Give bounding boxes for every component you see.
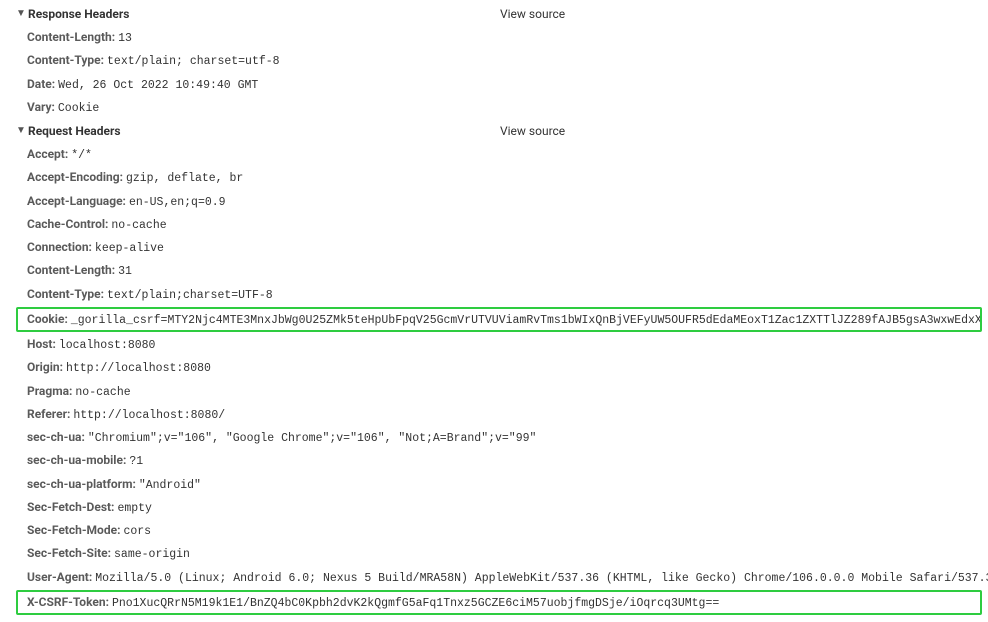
header-value: no-cache — [75, 386, 130, 399]
header-row: Referer: http://localhost:8080/ — [0, 403, 988, 426]
header-value: Pno1XucQRrN5M19k1E1/BnZQ4bC0Kpbh2dvK2kQg… — [112, 597, 719, 610]
header-value: gzip, deflate, br — [126, 172, 243, 185]
header-name: Sec-Fetch-Mode: — [27, 523, 120, 537]
header-row: X-CSRF-Token: Pno1XucQRrN5M19k1E1/BnZQ4b… — [16, 590, 982, 615]
header-name: Connection: — [27, 240, 92, 254]
header-name: Host: — [27, 337, 56, 351]
header-name: Content-Length: — [27, 30, 115, 44]
header-name: Referer: — [27, 407, 70, 421]
header-value: text/plain; charset=utf-8 — [107, 55, 280, 68]
header-name: Sec-Fetch-Site: — [27, 546, 111, 560]
header-row: Accept: */* — [0, 143, 988, 166]
header-name: Cookie: — [27, 312, 68, 326]
response-headers-toggle[interactable]: ▼ Response Headers View source — [0, 4, 988, 24]
header-name: Content-Type: — [27, 287, 104, 301]
collapse-arrow-icon: ▼ — [16, 8, 24, 19]
header-row: Content-Type: text/plain;charset=UTF-8 — [0, 283, 988, 306]
view-source-link[interactable]: View source — [500, 124, 565, 138]
header-name: sec-ch-ua: — [27, 430, 85, 444]
header-row: sec-ch-ua: "Chromium";v="106", "Google C… — [0, 426, 988, 449]
header-row: Sec-Fetch-Mode: cors — [0, 519, 988, 542]
header-row: Sec-Fetch-Site: same-origin — [0, 542, 988, 565]
header-row: sec-ch-ua-mobile: ?1 — [0, 449, 988, 472]
header-row: Accept-Language: en-US,en;q=0.9 — [0, 190, 988, 213]
header-value: _gorilla_csrf=MTY2Njc4MTE3MnxJbWg0U25ZMk… — [71, 314, 982, 327]
header-row: Content-Length: 31 — [0, 259, 988, 282]
header-value: Cookie — [58, 102, 99, 115]
header-value: */* — [71, 149, 92, 162]
header-row: User-Agent: Mozilla/5.0 (Linux; Android … — [0, 566, 988, 589]
header-value: http://localhost:8080 — [66, 362, 211, 375]
header-row: Pragma: no-cache — [0, 380, 988, 403]
header-row: Cookie: _gorilla_csrf=MTY2Njc4MTE3MnxJbW… — [16, 307, 982, 332]
header-name: Accept: — [27, 147, 68, 161]
header-value: text/plain;charset=UTF-8 — [107, 289, 273, 302]
request-headers-toggle[interactable]: ▼ Request Headers View source — [0, 121, 988, 141]
header-value: keep-alive — [95, 242, 164, 255]
header-name: Date: — [27, 77, 55, 91]
header-name: Pragma: — [27, 384, 72, 398]
header-name: sec-ch-ua-mobile: — [27, 453, 126, 467]
header-value: same-origin — [114, 548, 190, 561]
header-row: Cache-Control: no-cache — [0, 213, 988, 236]
request-headers-title: Request Headers — [28, 124, 121, 138]
response-headers-title: Response Headers — [28, 7, 129, 21]
header-name: Content-Length: — [27, 263, 115, 277]
header-name: X-CSRF-Token: — [27, 595, 109, 609]
header-value: 31 — [118, 265, 132, 278]
header-value: localhost:8080 — [59, 339, 156, 352]
header-value: cors — [123, 525, 151, 538]
header-name: User-Agent: — [27, 570, 92, 584]
header-name: Accept-Language: — [27, 194, 126, 208]
header-name: Accept-Encoding: — [27, 170, 123, 184]
header-row: Connection: keep-alive — [0, 236, 988, 259]
header-row: Content-Type: text/plain; charset=utf-8 — [0, 49, 988, 72]
request-headers-list: Accept: */*Accept-Encoding: gzip, deflat… — [0, 141, 988, 618]
header-value: Wed, 26 Oct 2022 10:49:40 GMT — [58, 79, 258, 92]
header-row: Accept-Encoding: gzip, deflate, br — [0, 166, 988, 189]
header-value: 13 — [118, 32, 132, 45]
header-name: Cache-Control: — [27, 217, 108, 231]
header-row: Content-Length: 13 — [0, 26, 988, 49]
header-row: Host: localhost:8080 — [0, 333, 988, 356]
header-value: ?1 — [129, 455, 143, 468]
header-row: Date: Wed, 26 Oct 2022 10:49:40 GMT — [0, 73, 988, 96]
header-row: Origin: http://localhost:8080 — [0, 356, 988, 379]
header-name: Content-Type: — [27, 53, 104, 67]
header-value: en-US,en;q=0.9 — [129, 196, 226, 209]
header-row: Vary: Cookie — [0, 96, 988, 119]
header-name: Vary: — [27, 100, 55, 114]
header-value: empty — [117, 502, 152, 515]
response-headers-list: Content-Length: 13Content-Type: text/pla… — [0, 24, 988, 121]
view-source-link[interactable]: View source — [500, 7, 565, 21]
header-value: http://localhost:8080/ — [73, 409, 225, 422]
header-row: Sec-Fetch-Dest: empty — [0, 496, 988, 519]
header-name: sec-ch-ua-platform: — [27, 477, 136, 491]
header-value: no-cache — [111, 219, 166, 232]
header-value: "Chromium";v="106", "Google Chrome";v="1… — [88, 432, 537, 445]
header-name: Origin: — [27, 360, 63, 374]
header-value: "Android" — [139, 479, 201, 492]
header-value: Mozilla/5.0 (Linux; Android 6.0; Nexus 5… — [95, 572, 988, 585]
collapse-arrow-icon: ▼ — [16, 125, 24, 136]
header-row: sec-ch-ua-platform: "Android" — [0, 473, 988, 496]
header-name: Sec-Fetch-Dest: — [27, 500, 114, 514]
